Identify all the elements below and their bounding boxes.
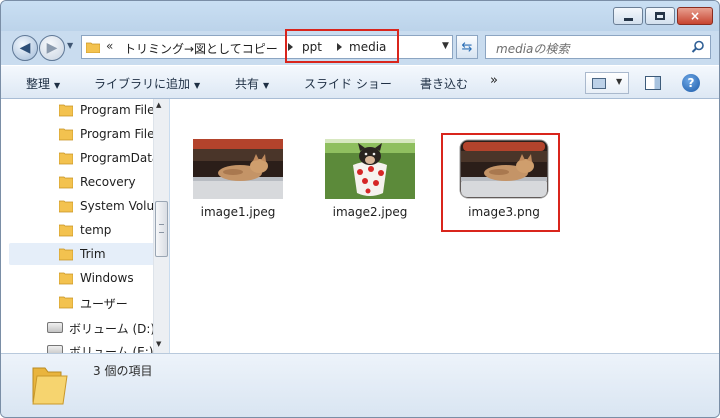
breadcrumb-highlight xyxy=(285,29,399,63)
nav-item-label: ProgramData xyxy=(80,151,156,165)
scrollbar-thumb[interactable] xyxy=(155,201,168,257)
preview-pane-icon[interactable] xyxy=(645,76,661,90)
drive-icon xyxy=(47,345,63,353)
nav-item-label: temp xyxy=(80,223,112,237)
folder-icon xyxy=(59,296,73,309)
chevron-down-icon: ▼ xyxy=(263,81,270,90)
forward-button[interactable]: ▶ xyxy=(39,35,65,61)
minimize-icon xyxy=(623,17,633,21)
nav-item-drive-e[interactable]: ボリューム (E:) xyxy=(9,339,159,353)
search-input[interactable]: mediaの検索 xyxy=(485,35,711,59)
file-item-image2[interactable]: image2.jpeg xyxy=(315,99,425,219)
address-dropdown-icon[interactable]: ▼ xyxy=(442,41,449,51)
organize-menu[interactable]: 整理 ▼ xyxy=(26,75,60,92)
nav-item-program-files[interactable]: Program Files xyxy=(9,99,159,121)
refresh-button[interactable]: ⇆ xyxy=(456,35,478,59)
nav-scrollbar[interactable]: ▲ ▼ xyxy=(153,99,169,353)
folder-icon xyxy=(59,152,73,165)
nav-item-windows[interactable]: Windows xyxy=(9,267,159,289)
burn-button[interactable]: 書き込む xyxy=(420,75,468,92)
view-icon xyxy=(592,78,606,89)
nav-item-label: Program Files xyxy=(80,103,156,117)
search-icon[interactable] xyxy=(691,40,705,54)
back-button[interactable]: ◀ xyxy=(12,35,38,61)
grip-icon xyxy=(159,224,164,233)
folder-icon xyxy=(59,200,73,213)
refresh-icon: ⇆ xyxy=(461,39,473,55)
nav-item-system-volume[interactable]: System Volume Information xyxy=(9,195,159,217)
navigation-pane: Program Files Program Files (x86) Progra… xyxy=(1,99,169,353)
puppy-thumbnail xyxy=(325,139,415,199)
folder-icon xyxy=(59,104,73,117)
folder-icon xyxy=(59,224,73,237)
nav-item-label: System Volume Information xyxy=(80,199,156,213)
share-menu[interactable]: 共有 ▼ xyxy=(235,75,269,92)
folder-icon xyxy=(86,42,100,53)
more-commands-button[interactable]: » xyxy=(490,73,498,88)
chevron-down-icon: ▼ xyxy=(54,81,61,90)
search-placeholder: mediaの検索 xyxy=(496,42,570,56)
forward-arrow-icon: ▶ xyxy=(46,40,58,56)
folder-icon xyxy=(59,176,73,189)
breadcrumb-overflow-chevron[interactable]: « xyxy=(106,39,113,53)
item-count: 3 個の項目 xyxy=(93,364,153,378)
scroll-down-icon[interactable]: ▼ xyxy=(156,340,161,348)
file-name: image1.jpeg xyxy=(200,205,276,219)
file-name: image2.jpeg xyxy=(332,205,408,219)
folder-icon xyxy=(32,367,68,405)
nav-item-label: Trim xyxy=(80,247,106,261)
folder-icon xyxy=(59,272,73,285)
folder-icon xyxy=(59,248,73,261)
back-arrow-icon: ◀ xyxy=(19,40,31,56)
breadcrumb-root[interactable]: トリミング→図としてコピー xyxy=(124,40,278,57)
help-icon[interactable]: ? xyxy=(682,74,700,92)
file-item-image1[interactable]: image1.jpeg xyxy=(183,99,293,219)
nav-item-drive-d[interactable]: ボリューム (D:) xyxy=(9,316,159,338)
minimize-button[interactable] xyxy=(613,7,643,25)
chevron-down-icon: ▼ xyxy=(194,81,201,90)
command-bar: 整理 ▼ ライブラリに追加 ▼ 共有 ▼ スライド ショー 書き込む » ▼ ? xyxy=(1,65,719,99)
maximize-icon xyxy=(655,12,665,20)
nav-item-label: Program Files (x86) xyxy=(80,127,156,141)
drive-icon xyxy=(47,322,63,333)
nav-item-programdata[interactable]: ProgramData xyxy=(9,147,159,169)
slideshow-button[interactable]: スライド ショー xyxy=(304,75,392,92)
maximize-button[interactable] xyxy=(645,7,675,25)
nav-item-label: ボリューム (E:) xyxy=(69,345,154,353)
nav-item-temp[interactable]: temp xyxy=(9,219,159,241)
nav-item-recovery[interactable]: Recovery xyxy=(9,171,159,193)
explorer-window: × ◀ ▶ ▼ « トリミング→図としてコピー ppt media ▼ ⇆ me… xyxy=(0,0,720,418)
nav-item-label: ボリューム (D:) xyxy=(69,322,155,336)
recent-pages-dropdown[interactable]: ▼ xyxy=(67,41,77,55)
nav-item-label: ユーザー xyxy=(80,297,128,311)
nav-item-label: Windows xyxy=(80,271,134,285)
nav-item-users[interactable]: ユーザー xyxy=(9,291,159,313)
add-to-library-menu[interactable]: ライブラリに追加 ▼ xyxy=(94,75,200,92)
folder-icon xyxy=(59,128,73,141)
scroll-up-icon[interactable]: ▲ xyxy=(156,101,161,109)
chevron-down-icon[interactable]: ▼ xyxy=(616,77,622,86)
change-view-button[interactable]: ▼ xyxy=(585,72,629,94)
title-bar: × xyxy=(1,1,719,31)
kitten-thumbnail xyxy=(193,139,283,199)
close-icon: × xyxy=(689,9,701,23)
details-pane: 3 個の項目 xyxy=(1,353,719,417)
nav-item-trim[interactable]: Trim xyxy=(9,243,159,265)
nav-item-program-files-x86[interactable]: Program Files (x86) xyxy=(9,123,159,145)
file-highlight xyxy=(441,133,560,232)
close-button[interactable]: × xyxy=(677,7,713,25)
nav-item-label: Recovery xyxy=(80,175,136,189)
